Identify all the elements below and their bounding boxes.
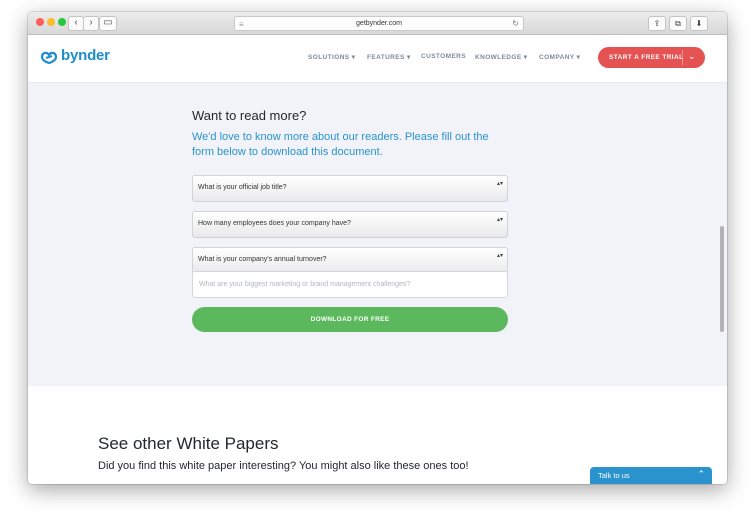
nav-company[interactable]: COMPANY ▾ (539, 53, 580, 61)
nav-customers[interactable]: CUSTOMERS (421, 53, 466, 60)
nav-knowledge[interactable]: KNOWLEDGE ▾ (475, 53, 527, 61)
back-icon[interactable]: ‹ (68, 16, 84, 31)
forward-icon[interactable]: › (83, 16, 99, 31)
cta-divider (682, 50, 683, 65)
chevron-down-icon[interactable]: ⌄ (688, 51, 696, 62)
browser-toolbar: ‹ › ▭ ≡ getbynder.com ↻ ⇪ ⧉ ⬇ (28, 12, 727, 35)
chevron-up-icon[interactable]: ⌃ (697, 469, 705, 480)
challenges-field[interactable]: What are your biggest marketing or brand… (192, 271, 508, 298)
zoom-window-button[interactable] (58, 18, 66, 26)
select-arrows-icon: ▴▾ (496, 217, 503, 223)
browser-window: ‹ › ▭ ≡ getbynder.com ↻ ⇪ ⧉ ⬇ bynder SOL… (28, 12, 727, 484)
talk-to-us-label: Talk to us (598, 471, 630, 480)
form-subtitle: We'd love to know more about our readers… (192, 131, 489, 158)
tabs-icon[interactable]: ⧉ (669, 16, 687, 31)
scrollbar-thumb[interactable] (720, 226, 724, 332)
address-text: getbynder.com (356, 20, 402, 27)
bynder-logo-icon (40, 51, 58, 64)
nav-features[interactable]: FEATURES ▾ (367, 53, 411, 61)
select-arrows-icon: ▴▾ (496, 253, 503, 259)
page-scrollbar[interactable] (720, 36, 725, 482)
challenges-placeholder: What are your biggest marketing or brand… (199, 281, 411, 288)
reader-icon[interactable]: ≡ (239, 18, 244, 31)
turnover-select-value: What is your company's annual turnover? (198, 256, 327, 263)
minimize-window-button[interactable] (47, 18, 55, 26)
talk-to-us-widget[interactable]: Talk to us ⌃ (590, 467, 712, 484)
white-papers-title: See other White Papers (98, 434, 279, 453)
employees-select-value: How many employees does your company hav… (198, 220, 351, 227)
turnover-select[interactable]: What is your company's annual turnover? … (192, 247, 508, 274)
share-icon[interactable]: ⇪ (648, 16, 666, 31)
download-for-free-button[interactable]: DOWNLOAD FOR FREE (192, 307, 508, 332)
start-free-trial-label: START A FREE TRIAL (609, 54, 684, 61)
download-icon[interactable]: ⬇ (690, 16, 708, 31)
reload-icon[interactable]: ↻ (512, 17, 519, 30)
download-form-section: Want to read more? We'd love to know mor… (28, 83, 727, 386)
form-title: Want to read more? (192, 108, 307, 123)
start-free-trial-button[interactable]: START A FREE TRIAL ⌄ (598, 47, 705, 68)
job-title-select-value: What is your official job title? (198, 184, 287, 191)
close-window-button[interactable] (36, 18, 44, 26)
nav-solutions[interactable]: SOLUTIONS ▾ (308, 53, 355, 61)
job-title-select[interactable]: What is your official job title? ▴▾ (192, 175, 508, 202)
white-papers-subtitle: Did you find this white paper interestin… (98, 460, 469, 472)
address-bar[interactable]: ≡ getbynder.com ↻ (234, 16, 524, 31)
logo-text: bynder (61, 47, 110, 64)
sidebar-icon[interactable]: ▭ (99, 16, 117, 31)
site-header: bynder SOLUTIONS ▾ FEATURES ▾ CUSTOMERS … (28, 35, 727, 83)
employees-select[interactable]: How many employees does your company hav… (192, 211, 508, 238)
download-button-label: DOWNLOAD FOR FREE (310, 316, 390, 323)
select-arrows-icon: ▴▾ (496, 181, 503, 187)
